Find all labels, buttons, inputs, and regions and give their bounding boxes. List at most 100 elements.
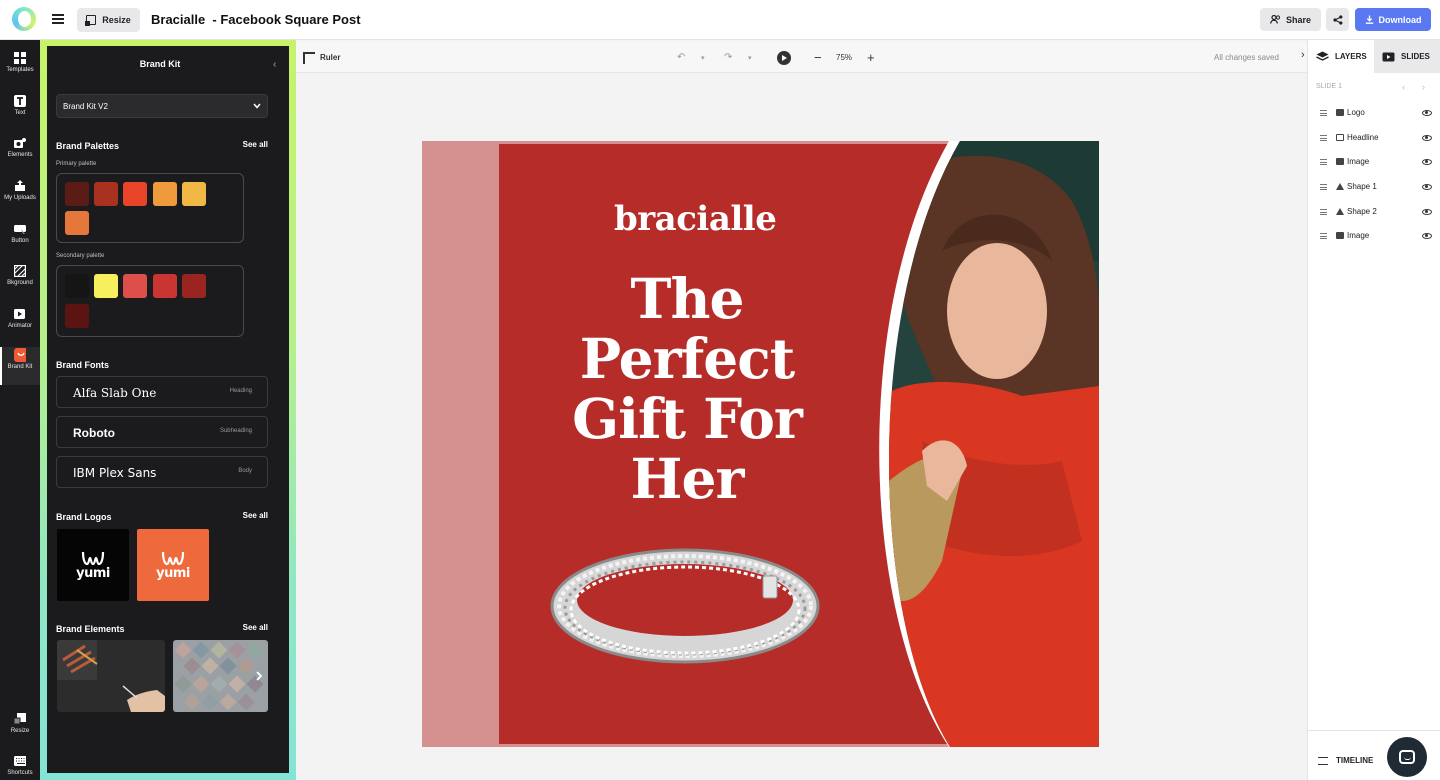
resize-icon xyxy=(14,713,26,725)
undo-menu-chevron-icon[interactable]: ▾ xyxy=(701,54,705,62)
zoom-out-icon[interactable]: − xyxy=(814,50,822,65)
redo-menu-chevron-icon[interactable]: ▾ xyxy=(748,54,752,62)
palette-swatch[interactable] xyxy=(123,182,147,206)
share-button[interactable]: Share xyxy=(1260,8,1321,31)
elements-see-all-link[interactable]: See all xyxy=(243,623,268,632)
ruler-icon[interactable] xyxy=(303,52,315,64)
play-preview-icon[interactable] xyxy=(777,51,791,65)
artboard[interactable]: bracialle The Perfect Gift For Her xyxy=(422,141,1099,747)
visibility-eye-icon[interactable] xyxy=(1422,135,1432,141)
layer-name: Image xyxy=(1347,157,1370,166)
rail-item-shortcuts[interactable]: Shortcuts xyxy=(0,753,40,780)
app-logo-icon[interactable] xyxy=(12,7,36,31)
ruler-toggle[interactable]: Ruler xyxy=(320,53,340,62)
drag-handle-icon[interactable] xyxy=(1320,159,1327,165)
palette-swatch[interactable] xyxy=(182,182,206,206)
undo-icon[interactable]: ↶ xyxy=(677,52,685,63)
brand-elements-heading: Brand Elements xyxy=(56,624,125,634)
tab-slides-label: SLIDES xyxy=(1401,52,1430,61)
brand-logo-tile[interactable]: yumi xyxy=(137,529,209,601)
users-icon xyxy=(1269,15,1281,24)
brand-logo-text[interactable]: bracialle xyxy=(614,199,777,239)
rail-label: Templates xyxy=(6,67,34,73)
layer-row-shape-1[interactable]: Shape 1 xyxy=(1308,175,1440,199)
drag-handle-icon[interactable] xyxy=(1320,209,1327,215)
brand-kit-icon xyxy=(14,348,26,362)
palette-swatch[interactable] xyxy=(65,304,89,328)
rail-item-templates[interactable]: Templates xyxy=(0,50,40,88)
zoom-in-icon[interactable]: + xyxy=(867,50,875,65)
palette-swatch[interactable] xyxy=(94,274,118,298)
drag-handle-icon[interactable] xyxy=(1320,184,1327,190)
palette-swatch[interactable] xyxy=(153,274,177,298)
palette-swatch[interactable] xyxy=(65,211,89,235)
image-layer-icon xyxy=(1336,232,1344,239)
palette-swatch[interactable] xyxy=(182,274,206,298)
palette-swatch[interactable] xyxy=(65,182,89,206)
visibility-eye-icon[interactable] xyxy=(1422,209,1432,215)
primary-palette-label: Primary palette xyxy=(56,161,97,167)
rail-item-text[interactable]: Text xyxy=(0,93,40,131)
drag-handle-icon[interactable] xyxy=(1320,135,1327,141)
rail-label: My Uploads xyxy=(4,195,36,201)
logos-see-all-link[interactable]: See all xyxy=(243,511,268,520)
visibility-eye-icon[interactable] xyxy=(1422,184,1432,190)
brand-element-mosaic-image[interactable] xyxy=(173,640,268,712)
palette-swatch[interactable] xyxy=(123,274,147,298)
share-link-button[interactable] xyxy=(1326,8,1349,31)
layer-row-shape-2[interactable]: Shape 2 xyxy=(1308,200,1440,224)
shape-layer-icon xyxy=(1336,183,1344,190)
headline-text[interactable]: The Perfect Gift For Her xyxy=(552,269,822,509)
layer-row-headline[interactable]: Headline xyxy=(1308,126,1440,150)
rail-item-elements[interactable]: Elements xyxy=(0,135,40,173)
layer-row-logo[interactable]: Logo xyxy=(1308,101,1440,125)
brand-kit-select[interactable]: Brand Kit V2 xyxy=(56,94,268,118)
palettes-see-all-link[interactable]: See all xyxy=(243,140,268,149)
chat-icon xyxy=(1399,750,1415,764)
menu-icon[interactable] xyxy=(52,14,64,24)
font-name: Roboto xyxy=(73,426,115,440)
font-row-heading[interactable]: Alfa Slab One Heading xyxy=(56,376,268,408)
visibility-eye-icon[interactable] xyxy=(1422,233,1432,239)
previous-slide-icon[interactable]: ‹ xyxy=(1402,82,1405,92)
download-button[interactable]: Download xyxy=(1355,8,1431,31)
font-name: IBM Plex Sans xyxy=(73,466,157,480)
rail-item-resize[interactable]: Resize xyxy=(0,711,40,749)
tab-slides[interactable]: SLIDES xyxy=(1374,40,1440,73)
rail-item-button[interactable]: Button xyxy=(0,221,40,259)
zoom-level[interactable]: 75% xyxy=(836,53,852,62)
rail-item-brand-kit[interactable]: Brand Kit xyxy=(0,347,40,385)
font-role: Body xyxy=(238,468,252,474)
collapse-right-panel-icon[interactable]: › xyxy=(1301,49,1305,61)
resize-button[interactable]: Resize xyxy=(77,8,140,32)
resize-button-label: Resize xyxy=(102,15,131,25)
visibility-eye-icon[interactable] xyxy=(1422,159,1432,165)
layer-row-image-2[interactable]: Image xyxy=(1308,224,1440,248)
background-icon xyxy=(14,265,26,277)
tab-layers[interactable]: LAYERS xyxy=(1316,40,1374,73)
rail-item-animator[interactable]: Animator xyxy=(0,306,40,344)
document-title[interactable]: Bracialle - Facebook Square Post xyxy=(151,12,361,27)
bracelet-image[interactable] xyxy=(549,546,822,671)
palette-swatch[interactable] xyxy=(94,182,118,206)
next-slide-icon[interactable]: › xyxy=(1422,82,1425,92)
font-row-subheading[interactable]: Roboto Subheading xyxy=(56,416,268,448)
drag-handle-icon[interactable] xyxy=(1320,110,1327,116)
brand-logo-tile[interactable]: yumi xyxy=(57,529,129,601)
rail-item-background[interactable]: Bkground xyxy=(0,263,40,301)
left-tool-rail: Templates Text Elements My Uploads Butto… xyxy=(0,40,40,780)
brand-palettes-heading: Brand Palettes xyxy=(56,141,120,151)
support-chat-button[interactable] xyxy=(1387,737,1427,777)
rail-item-my-uploads[interactable]: My Uploads xyxy=(0,178,40,216)
palette-swatch[interactable] xyxy=(153,182,177,206)
download-icon xyxy=(1365,15,1373,24)
font-row-body[interactable]: IBM Plex Sans Body xyxy=(56,456,268,488)
palette-swatch[interactable] xyxy=(65,274,89,298)
layer-row-image[interactable]: Image xyxy=(1308,150,1440,174)
brand-fonts-heading: Brand Fonts xyxy=(56,360,109,370)
redo-icon[interactable]: ↷ xyxy=(724,52,732,63)
collapse-panel-icon[interactable]: ‹ xyxy=(273,59,276,70)
brand-element-desk-image[interactable] xyxy=(57,640,165,712)
drag-handle-icon[interactable] xyxy=(1320,233,1327,239)
visibility-eye-icon[interactable] xyxy=(1422,110,1432,116)
